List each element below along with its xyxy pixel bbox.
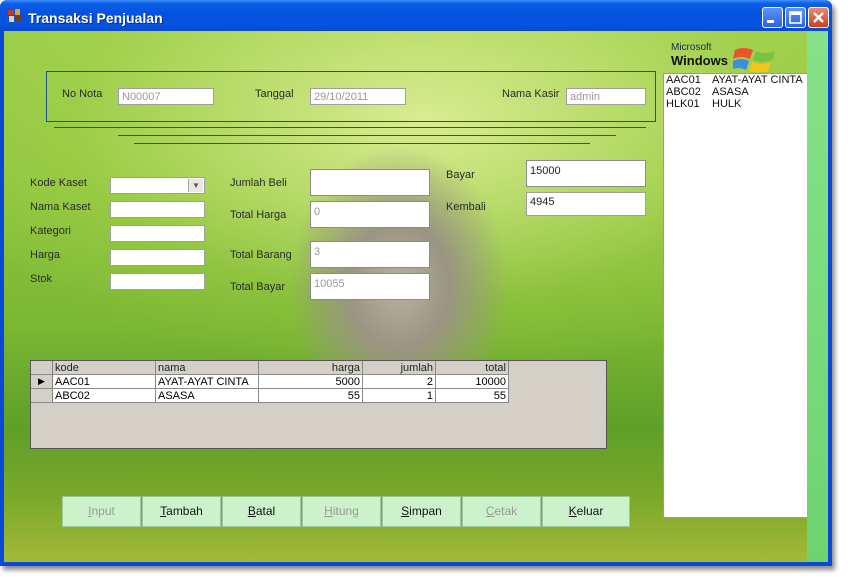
list-item-code: AAC01: [666, 74, 701, 86]
stok-field[interactable]: [110, 273, 205, 290]
form-client-area: Microsoft Windows No Nota N00007 Tanggal…: [4, 31, 807, 562]
nama-kasir-field[interactable]: admin: [566, 88, 646, 105]
total-barang-label: Total Barang: [230, 249, 292, 261]
tanggal-label: Tanggal: [255, 88, 294, 100]
kembali-field[interactable]: 4945: [526, 192, 646, 216]
window-title: Transaksi Penjualan: [28, 10, 163, 26]
list-item-title: ASASA: [712, 86, 749, 98]
cell-jumlah[interactable]: 1: [362, 388, 436, 403]
keluar-button[interactable]: Keluar: [542, 496, 630, 527]
bayar-label: Bayar: [446, 169, 475, 181]
cell-nama[interactable]: AYAT-AYAT CINTA: [155, 374, 259, 389]
nama-kaset-field[interactable]: [110, 201, 205, 218]
button-bar: Input Tambah Batal Hitung Simpan Cetak K…: [62, 496, 630, 528]
grid-header-harga[interactable]: harga: [258, 361, 363, 375]
windows-logo: Microsoft Windows: [671, 42, 791, 72]
list-item[interactable]: ABC02 ASASA: [664, 86, 807, 98]
simpan-button[interactable]: Simpan: [382, 496, 461, 527]
grid-header-total[interactable]: total: [435, 361, 509, 375]
cell-kode[interactable]: AAC01: [52, 374, 156, 389]
minimize-button[interactable]: [762, 7, 783, 28]
divider-line: [134, 143, 590, 144]
jumlah-beli-field[interactable]: [310, 169, 430, 196]
cell-nama[interactable]: ASASA: [155, 388, 259, 403]
logo-microsoft-text: Microsoft: [671, 42, 712, 53]
bayar-field[interactable]: 15000: [526, 160, 646, 187]
hitung-button[interactable]: Hitung: [302, 496, 381, 527]
kategori-label: Kategori: [30, 225, 71, 237]
transaction-grid[interactable]: kode nama harga jumlah total ▶ AAC01 AYA…: [30, 360, 607, 449]
main-window: Transaksi Penjualan Microsoft Windows No…: [0, 0, 832, 566]
windows-flag-icon: [733, 48, 775, 72]
chevron-down-icon[interactable]: ▼: [188, 179, 203, 192]
grid-header-row: kode nama harga jumlah total: [31, 361, 509, 375]
tambah-button[interactable]: Tambah: [142, 496, 221, 527]
kode-kaset-label: Kode Kaset: [30, 177, 87, 189]
row-indicator: [31, 388, 53, 403]
harga-field[interactable]: [110, 249, 205, 266]
total-barang-field[interactable]: 3: [310, 241, 430, 268]
title-bar[interactable]: Transaksi Penjualan: [0, 0, 832, 31]
nama-kaset-label: Nama Kaset: [30, 201, 91, 213]
tanggal-field[interactable]: 29/10/2011: [310, 88, 406, 105]
cell-kode[interactable]: ABC02: [52, 388, 156, 403]
list-item[interactable]: HLK01 HULK: [664, 98, 807, 110]
cell-harga[interactable]: 5000: [258, 374, 363, 389]
app-icon: [8, 9, 21, 22]
total-bayar-label: Total Bayar: [230, 281, 286, 293]
grid-header-jumlah[interactable]: jumlah: [362, 361, 436, 375]
total-harga-field[interactable]: 0: [310, 201, 430, 228]
kembali-label: Kembali: [446, 201, 486, 213]
list-item-title: AYAT-AYAT CINTA: [712, 74, 803, 86]
list-item[interactable]: AAC01 AYAT-AYAT CINTA: [664, 74, 807, 86]
nama-kasir-label: Nama Kasir: [502, 88, 560, 100]
list-item-title: HULK: [712, 98, 742, 110]
total-harga-label: Total Harga: [230, 209, 287, 221]
cetak-button[interactable]: Cetak: [462, 496, 541, 527]
input-button[interactable]: Input: [62, 496, 141, 527]
total-bayar-field[interactable]: 10055: [310, 273, 430, 300]
logo-windows-text: Windows: [671, 53, 728, 68]
kode-kaset-combo[interactable]: ▼: [110, 177, 205, 194]
list-item-code: HLK01: [666, 98, 700, 110]
jumlah-beli-label: Jumlah Beli: [230, 177, 287, 189]
harga-label: Harga: [30, 249, 60, 261]
maximize-button[interactable]: [785, 7, 806, 28]
kategori-field[interactable]: [110, 225, 205, 242]
maximize-icon: [789, 11, 802, 24]
table-row[interactable]: ABC02 ASASA 55 1 55: [31, 388, 509, 403]
stok-label: Stok: [30, 273, 53, 285]
batal-button[interactable]: Batal: [222, 496, 301, 527]
divider-line: [118, 135, 616, 136]
close-button[interactable]: [808, 7, 829, 28]
grid-header-nama[interactable]: nama: [155, 361, 259, 375]
no-nota-field[interactable]: N00007: [118, 88, 214, 105]
window-side-panel: [807, 31, 828, 562]
cell-total[interactable]: 10000: [435, 374, 509, 389]
table-row[interactable]: ▶ AAC01 AYAT-AYAT CINTA 5000 2 10000: [31, 374, 509, 389]
kaset-list[interactable]: AAC01 AYAT-AYAT CINTA ABC02 ASASA HLK01 HUL…: [663, 73, 807, 518]
grid-header-kode[interactable]: kode: [52, 361, 156, 375]
minimize-icon: [767, 20, 774, 23]
cell-harga[interactable]: 55: [258, 388, 363, 403]
close-icon: [813, 12, 824, 23]
list-item-code: ABC02: [666, 86, 701, 98]
row-pointer-icon: ▶: [31, 374, 53, 389]
no-nota-label: No Nota: [62, 88, 103, 100]
cell-jumlah[interactable]: 2: [362, 374, 436, 389]
divider-line: [54, 127, 646, 128]
grid-corner: [31, 361, 53, 375]
cell-total[interactable]: 55: [435, 388, 509, 403]
